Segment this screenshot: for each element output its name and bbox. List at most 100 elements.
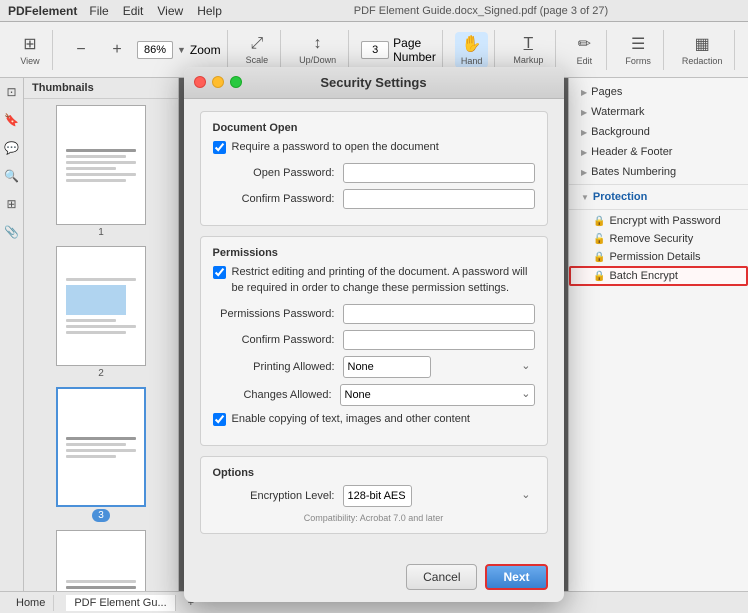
sidebar-sub-remove-security[interactable]: 🔓 Remove Security bbox=[569, 230, 748, 248]
zoom-plus-button[interactable]: + bbox=[101, 39, 133, 61]
thumbnail-panel: Thumbnails 1 bbox=[24, 78, 179, 591]
modal-titlebar: Security Settings bbox=[184, 67, 564, 99]
permissions-section: Permissions Restrict editing and printin… bbox=[200, 236, 548, 446]
page-number-label: Page Number bbox=[393, 36, 436, 64]
forms-button[interactable]: ☰ Forms bbox=[619, 32, 657, 68]
zoom-minus-button[interactable]: − bbox=[65, 39, 97, 61]
content-area: Security Settings Document Open Require … bbox=[179, 78, 568, 591]
modal-minimize-button[interactable] bbox=[212, 76, 224, 88]
thumbnail-item-3[interactable]: 3 bbox=[30, 387, 172, 522]
thumb-content-4 bbox=[66, 577, 136, 592]
search-sidebar-icon[interactable]: 🔍 bbox=[2, 166, 22, 186]
hand-button[interactable]: ✋ Hand bbox=[455, 32, 489, 68]
thumbnail-item-2[interactable]: 2 bbox=[30, 246, 172, 379]
chevron-right-icon: ▶ bbox=[581, 128, 587, 137]
scale-label: Scale bbox=[246, 55, 269, 65]
sidebar-item-pages[interactable]: ▶ Pages bbox=[569, 82, 748, 102]
changes-allowed-row: Changes Allowed: None Inserting, deletin… bbox=[213, 384, 535, 406]
printing-allowed-select[interactable]: None Low Resolution High Resolution bbox=[343, 356, 431, 378]
thumb-content-2 bbox=[66, 275, 136, 337]
security-settings-modal: Security Settings Document Open Require … bbox=[184, 67, 564, 603]
menu-file[interactable]: File bbox=[89, 4, 108, 18]
app-name: PDFelement bbox=[8, 4, 77, 18]
next-button[interactable]: Next bbox=[485, 564, 547, 590]
markup-button[interactable]: T̲ Markup bbox=[507, 33, 549, 67]
changes-allowed-select[interactable]: None Inserting, deleting, and rotating p… bbox=[340, 384, 535, 406]
thumbnail-item-1[interactable]: 1 bbox=[30, 105, 172, 238]
thumbnail-item-4[interactable]: 4 bbox=[30, 530, 172, 591]
permissions-password-input[interactable] bbox=[343, 304, 535, 324]
sidebar-watermark-label: Watermark bbox=[591, 106, 644, 118]
sidebar-sub-batch-encrypt[interactable]: 🔒 Batch Encrypt bbox=[569, 266, 748, 286]
thumb-line bbox=[66, 173, 136, 176]
forms-label: Forms bbox=[625, 56, 651, 66]
permissions-password-label: Permissions Password: bbox=[213, 308, 343, 320]
sidebar-sub-encrypt-password[interactable]: 🔒 Encrypt with Password bbox=[569, 212, 748, 230]
scale-button[interactable]: ⤢ Scale bbox=[240, 33, 275, 67]
require-password-row: Require a password to open the document bbox=[213, 140, 535, 155]
redaction-button[interactable]: ▦ Redaction bbox=[676, 32, 729, 68]
view-icon: ⊞ bbox=[23, 34, 36, 54]
document-open-section: Document Open Require a password to open… bbox=[200, 111, 548, 226]
encryption-level-select-wrapper: 128-bit AES 256-bit AES 40-bit RC4 bbox=[343, 485, 535, 507]
updown-button[interactable]: ↕ Up/Down bbox=[293, 33, 342, 67]
bookmark-icon[interactable]: 🔖 bbox=[2, 110, 22, 130]
enable-copying-label: Enable copying of text, images and other… bbox=[232, 412, 471, 427]
view-button[interactable]: ⊞ View bbox=[14, 32, 46, 68]
lock-icon: 🔒 bbox=[593, 216, 605, 227]
sidebar-item-header-footer[interactable]: ▶ Header & Footer bbox=[569, 142, 748, 162]
require-password-checkbox[interactable] bbox=[213, 141, 226, 154]
sidebar-pages-label: Pages bbox=[591, 86, 622, 98]
menu-help[interactable]: Help bbox=[197, 4, 222, 18]
layers-icon[interactable]: ⊞ bbox=[2, 194, 22, 214]
sidebar-encrypt-password-label: Encrypt with Password bbox=[609, 215, 720, 227]
page-number-input[interactable] bbox=[361, 41, 389, 59]
main-layout: ⊡ 🔖 💬 🔍 ⊞ 📎 Thumbnails bbox=[0, 78, 748, 591]
forms-icon: ☰ bbox=[631, 34, 645, 54]
modal-close-button[interactable] bbox=[194, 76, 206, 88]
printing-allowed-label: Printing Allowed: bbox=[213, 361, 343, 373]
restrict-editing-label: Restrict editing and printing of the doc… bbox=[232, 265, 535, 296]
tab-pdf-guide[interactable]: PDF Element Gu... bbox=[66, 595, 175, 611]
confirm-permissions-password-input[interactable] bbox=[343, 330, 535, 350]
options-section: Options Encryption Level: 128-bit AES 25… bbox=[200, 456, 548, 534]
restrict-editing-checkbox[interactable] bbox=[213, 266, 226, 279]
thumb-line bbox=[66, 179, 126, 182]
menu-view[interactable]: View bbox=[157, 4, 183, 18]
redaction-label: Redaction bbox=[682, 56, 723, 66]
edit-button[interactable]: ✏ Edit bbox=[568, 32, 600, 68]
sidebar-item-bates-numbering[interactable]: ▶ Bates Numbering bbox=[569, 162, 748, 182]
thumbnail-img-3 bbox=[56, 387, 146, 507]
thumb-line bbox=[66, 325, 136, 328]
open-password-input[interactable] bbox=[343, 163, 535, 183]
modal-body: Document Open Require a password to open… bbox=[184, 99, 564, 557]
chevron-right-icon: ▶ bbox=[581, 168, 587, 177]
modal-maximize-button[interactable] bbox=[230, 76, 242, 88]
sidebar-item-protection[interactable]: ▼ Protection bbox=[569, 187, 748, 207]
thumbnail-icon[interactable]: ⊡ bbox=[2, 82, 22, 102]
attach-icon[interactable]: 📎 bbox=[2, 222, 22, 242]
open-password-label: Open Password: bbox=[213, 167, 343, 179]
confirm-permissions-password-label: Confirm Password: bbox=[213, 334, 343, 346]
chevron-down-icon: ▼ bbox=[581, 193, 589, 202]
tab-home[interactable]: Home bbox=[8, 595, 54, 611]
confirm-open-password-input[interactable] bbox=[343, 189, 535, 209]
zoom-input[interactable] bbox=[137, 41, 173, 59]
menu-edit[interactable]: Edit bbox=[123, 4, 144, 18]
toolbar-forms-group: ☰ Forms bbox=[613, 30, 664, 70]
thumb-line bbox=[66, 155, 126, 158]
thumb-content-1 bbox=[66, 146, 136, 185]
chevron-right-icon: ▶ bbox=[581, 108, 587, 117]
sidebar-item-watermark[interactable]: ▶ Watermark bbox=[569, 102, 748, 122]
cancel-button[interactable]: Cancel bbox=[406, 564, 477, 590]
toolbar-updown-group: ↕ Up/Down bbox=[287, 30, 349, 70]
plus-icon: + bbox=[112, 41, 121, 59]
sidebar-item-background[interactable]: ▶ Background bbox=[569, 122, 748, 142]
encryption-level-select[interactable]: 128-bit AES 256-bit AES 40-bit RC4 bbox=[343, 485, 412, 507]
sidebar-sub-permission-details[interactable]: 🔒 Permission Details bbox=[569, 248, 748, 266]
comment-icon[interactable]: 💬 bbox=[2, 138, 22, 158]
thumb-line bbox=[66, 437, 136, 440]
toolbar-pagenum-group: Page Number bbox=[355, 30, 443, 70]
enable-copying-checkbox[interactable] bbox=[213, 413, 226, 426]
sidebar-sub-divider bbox=[569, 209, 748, 210]
